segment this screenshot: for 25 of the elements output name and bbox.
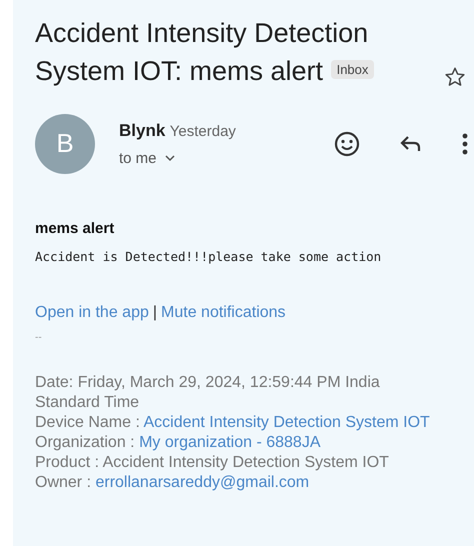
star-button[interactable]	[444, 66, 466, 88]
sender-name: Blynk	[119, 120, 166, 140]
detail-line: Organization : My organization - 6888JA	[35, 433, 322, 454]
link-separator: |	[152, 303, 158, 324]
inbox-label[interactable]: Inbox	[330, 60, 374, 79]
detail-link[interactable]: My organization - 6888JA	[139, 434, 320, 452]
detail-link[interactable]: errollanarsareddy@gmail.com	[95, 474, 310, 492]
email-time: Yesterday	[170, 122, 236, 140]
detail-line: Product : Accident Intensity Detection System IOT	[35, 453, 390, 474]
chevron-down-icon	[164, 155, 175, 162]
recipient-dropdown[interactable]: to me	[119, 148, 175, 170]
mute-notifications-link[interactable]: Mute notifications	[161, 301, 286, 326]
more-options-button[interactable]	[462, 132, 468, 155]
detail-line: Owner : errollanarsareddy@gmail.com	[35, 473, 310, 494]
open-app-link[interactable]: Open in the app	[35, 301, 149, 326]
signature-dash: --	[35, 333, 43, 344]
detail-line: Device Name : Accident Intensity Detection System IOT	[35, 413, 431, 434]
message-text: Accident is Detected!!!please take some action	[35, 248, 382, 266]
sender-avatar[interactable]: B	[35, 114, 95, 174]
email-subject: Accident Intensity Detection System IOT: mems alert $^{Inbox}$	[35, 14, 415, 92]
message-heading: mems alert	[35, 218, 116, 239]
emoji-reaction-button[interactable]	[334, 130, 360, 157]
detail-link[interactable]: Accident Intensity Detection System IOT	[143, 414, 430, 432]
detail-line: Date: Friday, March 29, 2024, 12:59:44 PM India Standard Time	[35, 373, 381, 414]
reply-button[interactable]	[400, 134, 422, 153]
